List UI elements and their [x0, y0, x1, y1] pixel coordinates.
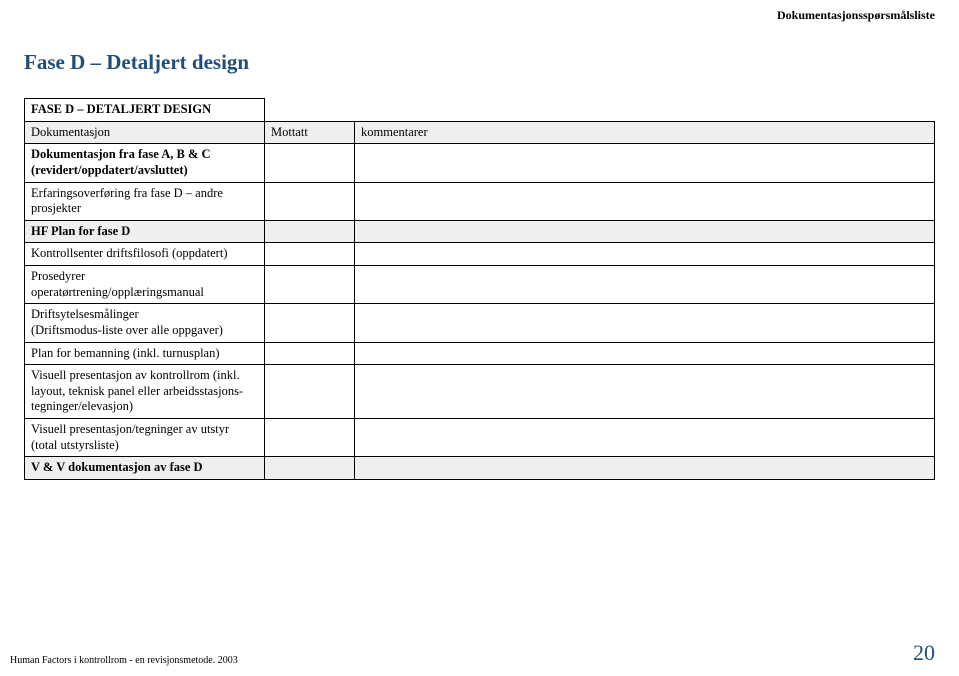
table-cell-doc: Visuell presentasjon/tegninger av utstyr…: [25, 419, 265, 457]
table-cell-comments: [355, 457, 935, 480]
table-cell-received: [265, 304, 355, 342]
table-cell-comments: [355, 419, 935, 457]
table-header-col3: kommentarer: [355, 121, 935, 144]
table-cell-comments: [355, 220, 935, 243]
table-cell-comments: [355, 144, 935, 182]
table-cell-received: [265, 243, 355, 266]
page-number: 20: [913, 640, 935, 666]
table-cell-doc: HF Plan for fase D: [25, 220, 265, 243]
table-row: Visuell presentasjon av kontrollrom (ink…: [25, 365, 935, 419]
table-title-row: FASE D – DETALJERT DESIGN: [25, 99, 935, 122]
table-cell-comments: [355, 342, 935, 365]
table-body: Dokumentasjon fra fase A, B & C (revider…: [25, 144, 935, 480]
table-container: FASE D – DETALJERT DESIGN Dokumentasjon …: [24, 98, 935, 480]
page-title: Fase D – Detaljert design: [24, 50, 249, 75]
table-cell-received: [265, 342, 355, 365]
table-cell-doc: Dokumentasjon fra fase A, B & C (revider…: [25, 144, 265, 182]
table-cell-doc: V & V dokumentasjon av fase D: [25, 457, 265, 480]
table-row: HF Plan for fase D: [25, 220, 935, 243]
table-cell-comments: [355, 304, 935, 342]
table-cell-comments: [355, 182, 935, 220]
table-row: Erfaringsoverføring fra fase D – andre p…: [25, 182, 935, 220]
table-cell-comments: [355, 365, 935, 419]
table-row: Plan for bemanning (inkl. turnusplan): [25, 342, 935, 365]
table-title-cell: FASE D – DETALJERT DESIGN: [25, 99, 265, 122]
footer-left: Human Factors i kontrollrom - en revisjo…: [10, 655, 238, 666]
table-row: Kontrollsenter driftsfilosofi (oppdatert…: [25, 243, 935, 266]
table-header-col1: Dokumentasjon: [25, 121, 265, 144]
table-row: V & V dokumentasjon av fase D: [25, 457, 935, 480]
table-title-blank: [355, 99, 935, 122]
table-cell-doc: Plan for bemanning (inkl. turnusplan): [25, 342, 265, 365]
table-cell-doc: Kontrollsenter driftsfilosofi (oppdatert…: [25, 243, 265, 266]
documentation-table: FASE D – DETALJERT DESIGN Dokumentasjon …: [24, 98, 935, 480]
table-cell-received: [265, 365, 355, 419]
table-cell-received: [265, 457, 355, 480]
table-cell-comments: [355, 243, 935, 266]
table-cell-received: [265, 419, 355, 457]
table-header-row: Dokumentasjon Mottatt kommentarer: [25, 121, 935, 144]
table-cell-doc: Driftsytelsesmålinger (Driftsmodus-liste…: [25, 304, 265, 342]
table-row: Visuell presentasjon/tegninger av utstyr…: [25, 419, 935, 457]
table-cell-doc: Prosedyrer operatørtrening/opplæringsman…: [25, 266, 265, 304]
table-header-col2: Mottatt: [265, 121, 355, 144]
table-cell-received: [265, 220, 355, 243]
table-row: Prosedyrer operatørtrening/opplæringsman…: [25, 266, 935, 304]
table-cell-comments: [355, 266, 935, 304]
table-cell-received: [265, 266, 355, 304]
table-cell-received: [265, 182, 355, 220]
table-title-blank: [265, 99, 355, 122]
table-cell-doc: Erfaringsoverføring fra fase D – andre p…: [25, 182, 265, 220]
table-cell-doc: Visuell presentasjon av kontrollrom (ink…: [25, 365, 265, 419]
table-row: Driftsytelsesmålinger (Driftsmodus-liste…: [25, 304, 935, 342]
table-row: Dokumentasjon fra fase A, B & C (revider…: [25, 144, 935, 182]
table-cell-received: [265, 144, 355, 182]
doc-header-right: Dokumentasjonsspørsmålsliste: [777, 8, 935, 23]
